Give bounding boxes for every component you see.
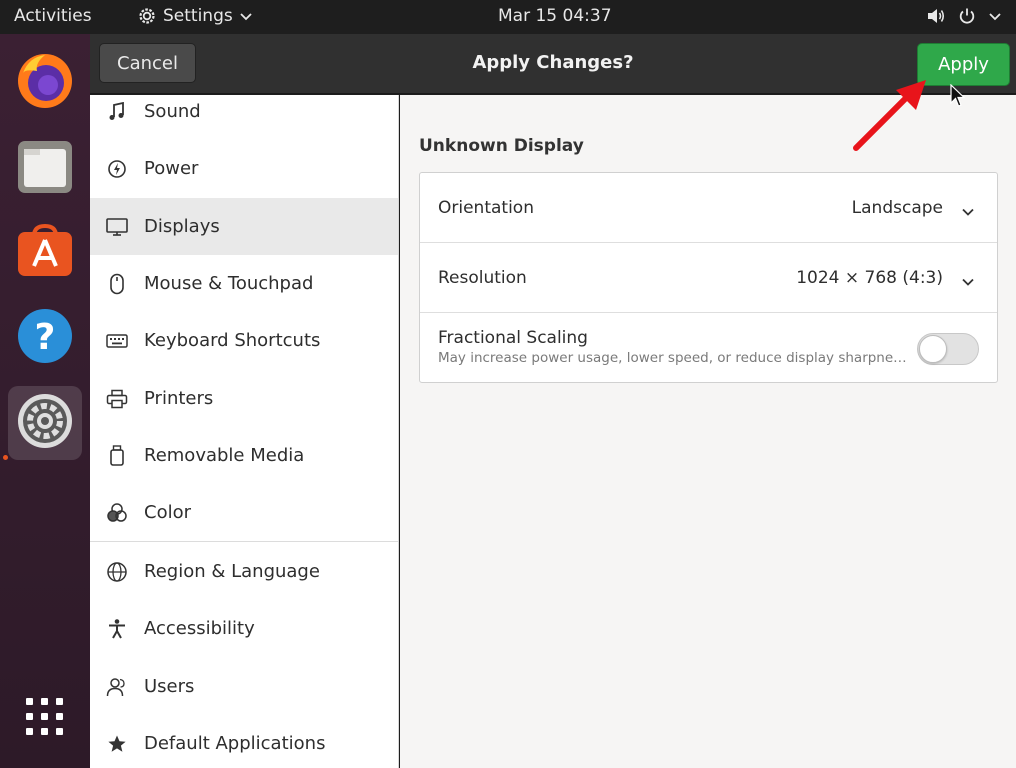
sidebar-item-label: Default Applications — [144, 733, 326, 754]
toggle-knob — [919, 335, 947, 363]
sidebar-item-region-language[interactable]: Region & Language — [90, 543, 398, 600]
sidebar-item-label: Displays — [144, 216, 220, 237]
svg-text:?: ? — [35, 317, 56, 358]
help-icon: ? — [16, 307, 74, 369]
dock-files[interactable] — [8, 131, 82, 205]
sidebar-item-users[interactable]: Users — [90, 658, 398, 715]
sidebar-item-label: Power — [144, 158, 199, 179]
sidebar-item-default-applications[interactable]: Default Applications — [90, 715, 398, 768]
removable-media-icon — [90, 444, 144, 467]
sidebar-item-label: Color — [144, 502, 191, 523]
orientation-value[interactable]: Landscape — [852, 198, 943, 218]
settings-sidebar: Sound Power Displays Mouse & Touchpad Ke… — [90, 95, 399, 768]
power-icon — [90, 159, 144, 179]
files-icon — [16, 137, 74, 199]
sidebar-item-label: Accessibility — [144, 618, 255, 639]
sidebar-item-label: Region & Language — [144, 561, 320, 582]
app-grid-icon — [23, 695, 67, 743]
sidebar-item-mouse-touchpad[interactable]: Mouse & Touchpad — [90, 255, 398, 312]
system-menu[interactable] — [926, 7, 1002, 25]
sidebar-item-label: Mouse & Touchpad — [144, 273, 314, 294]
clock[interactable]: Mar 15 04:37 — [498, 6, 612, 26]
mouse-icon — [90, 273, 144, 295]
music-note-icon — [90, 101, 144, 122]
fractional-scaling-description: May increase power usage, lower speed, o… — [438, 350, 908, 366]
sidebar-item-color[interactable]: Color — [90, 484, 398, 541]
app-menu-label: Settings — [163, 6, 233, 26]
resolution-value[interactable]: 1024 × 768 (4:3) — [796, 268, 943, 288]
sidebar-separator — [90, 541, 398, 542]
keyboard-icon — [90, 333, 144, 349]
dock: ? — [0, 34, 90, 768]
orientation-row[interactable]: Orientation Landscape — [420, 173, 997, 243]
sidebar-item-printers[interactable]: Printers — [90, 370, 398, 427]
dock-software[interactable] — [8, 216, 82, 290]
accessibility-icon — [90, 618, 144, 640]
running-indicator — [3, 455, 8, 460]
sidebar-item-keyboard-shortcuts[interactable]: Keyboard Shortcuts — [90, 312, 398, 369]
app-menu[interactable]: Settings — [137, 6, 253, 26]
dock-help[interactable]: ? — [8, 301, 82, 375]
dock-show-apps[interactable] — [8, 682, 82, 756]
printer-icon — [90, 389, 144, 409]
display-settings-panel: Unknown Display Orientation Landscape Re… — [400, 95, 1016, 768]
annotation-arrow — [853, 80, 926, 151]
color-icon — [90, 502, 144, 523]
users-icon — [90, 677, 144, 697]
cancel-button[interactable]: Cancel — [99, 43, 196, 83]
resolution-label: Resolution — [438, 268, 527, 288]
sidebar-item-removable-media[interactable]: Removable Media — [90, 427, 398, 484]
chevron-down-icon[interactable] — [961, 202, 975, 221]
gear-icon — [137, 6, 157, 26]
header-title: Apply Changes? — [472, 52, 634, 73]
dock-firefox[interactable] — [8, 46, 82, 120]
sidebar-item-accessibility[interactable]: Accessibility — [90, 600, 398, 657]
settings-icon — [16, 392, 74, 454]
sidebar-item-sound[interactable]: Sound — [90, 95, 398, 140]
fractional-scaling-label: Fractional Scaling — [438, 328, 588, 348]
fractional-scaling-toggle[interactable] — [917, 333, 979, 365]
fractional-scaling-row: Fractional Scaling May increase power us… — [420, 313, 997, 382]
top-bar: Activities Settings Mar 15 04:37 — [0, 0, 1016, 34]
dock-settings[interactable] — [8, 386, 82, 460]
sidebar-item-label: Users — [144, 676, 195, 697]
sidebar-item-label: Printers — [144, 388, 214, 409]
firefox-icon — [15, 51, 75, 115]
apply-button[interactable]: Apply — [917, 43, 1010, 86]
sidebar-item-label: Removable Media — [144, 445, 305, 466]
activities-button[interactable]: Activities — [14, 6, 92, 26]
globe-icon — [90, 561, 144, 583]
display-icon — [90, 217, 144, 237]
software-icon — [16, 222, 74, 284]
power-icon — [958, 7, 976, 25]
chevron-down-icon[interactable] — [961, 272, 975, 291]
chevron-down-icon — [239, 11, 253, 21]
mouse-cursor-icon — [950, 84, 966, 107]
display-settings-card: Orientation Landscape Resolution 1024 × … — [419, 172, 998, 383]
sidebar-item-label: Sound — [144, 101, 201, 122]
volume-icon — [926, 7, 946, 25]
star-icon — [90, 734, 144, 754]
display-name: Unknown Display — [419, 136, 584, 156]
sidebar-item-power[interactable]: Power — [90, 140, 398, 197]
sidebar-item-displays[interactable]: Displays — [90, 198, 398, 255]
orientation-label: Orientation — [438, 198, 534, 218]
sidebar-item-label: Keyboard Shortcuts — [144, 330, 321, 351]
resolution-row[interactable]: Resolution 1024 × 768 (4:3) — [420, 243, 997, 313]
chevron-down-icon — [988, 11, 1002, 21]
